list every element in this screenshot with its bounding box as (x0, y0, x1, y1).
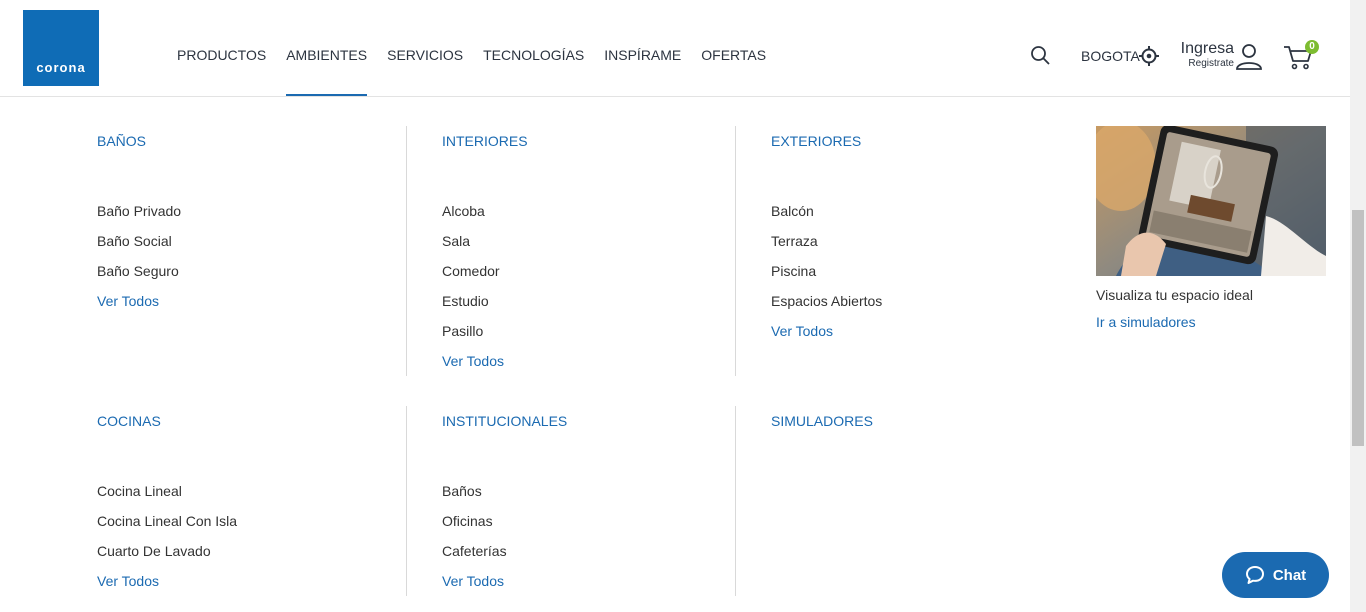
ver-todos-link[interactable]: Ver Todos (771, 323, 833, 339)
menu-link[interactable]: Espacios Abiertos (771, 293, 882, 309)
nav-inspirame[interactable]: INSPÍRAME (594, 0, 691, 96)
nav-ofertas[interactable]: OFERTAS (691, 0, 776, 96)
site-header: corona PRODUCTOS AMBIENTES SERVICIOS TEC… (0, 0, 1350, 97)
chat-label[interactable]: Chat (1273, 567, 1306, 584)
location-icon[interactable] (1138, 45, 1160, 67)
menu-link[interactable]: Alcoba (442, 203, 485, 219)
corona-logo[interactable]: corona (23, 10, 99, 86)
nav-ambientes[interactable]: AMBIENTES (276, 0, 377, 96)
menu-link[interactable]: Estudio (442, 293, 489, 309)
menu-link[interactable]: Oficinas (442, 513, 493, 529)
city-selector[interactable]: BOGOTA (1081, 48, 1140, 64)
column-divider (406, 126, 407, 376)
section-title-interiores[interactable]: INTERIORES (442, 133, 528, 149)
chat-bubble-icon (1245, 566, 1264, 584)
ver-todos-link[interactable]: Ver Todos (97, 573, 159, 589)
page-scrollbar[interactable] (1350, 0, 1366, 612)
menu-link[interactable]: Cocina Lineal (97, 483, 182, 499)
main-nav: PRODUCTOS AMBIENTES SERVICIOS TECNOLOGÍA… (167, 0, 776, 96)
menu-link[interactable]: Baño Seguro (97, 263, 179, 279)
login-link[interactable]: Ingresa Registrate (1172, 40, 1234, 69)
section-title-simuladores[interactable]: SIMULADORES (771, 413, 873, 429)
nav-tecnologias[interactable]: TECNOLOGÍAS (473, 0, 594, 96)
user-icon[interactable] (1235, 42, 1263, 70)
section-title-exteriores[interactable]: EXTERIORES (771, 133, 861, 149)
menu-link[interactable]: Piscina (771, 263, 816, 279)
menu-link[interactable]: Balcón (771, 203, 814, 219)
column-divider (735, 406, 736, 596)
menu-link[interactable]: Cuarto De Lavado (97, 543, 211, 559)
search-icon[interactable] (1030, 45, 1050, 65)
menu-link[interactable]: Pasillo (442, 323, 483, 339)
nav-productos[interactable]: PRODUCTOS (167, 0, 276, 96)
promo-simulators-link[interactable]: Ir a simuladores (1096, 314, 1196, 330)
promo-tablet-image[interactable] (1096, 126, 1326, 276)
scrollbar-thumb[interactable] (1352, 210, 1364, 446)
register-label[interactable]: Registrate (1172, 58, 1234, 69)
chat-button[interactable]: Chat (1222, 552, 1329, 598)
login-label[interactable]: Ingresa (1172, 40, 1234, 57)
menu-link[interactable]: Baños (442, 483, 482, 499)
column-divider (735, 126, 736, 376)
ver-todos-link[interactable]: Ver Todos (442, 573, 504, 589)
menu-link[interactable]: Baño Social (97, 233, 172, 249)
ver-todos-link[interactable]: Ver Todos (442, 353, 504, 369)
menu-link[interactable]: Cocina Lineal Con Isla (97, 513, 237, 529)
section-title-institucionales[interactable]: INSTITUCIONALES (442, 413, 567, 429)
promo-caption: Visualiza tu espacio ideal (1096, 287, 1253, 303)
menu-link[interactable]: Terraza (771, 233, 818, 249)
ver-todos-link[interactable]: Ver Todos (97, 293, 159, 309)
section-title-cocinas[interactable]: COCINAS (97, 413, 161, 429)
menu-link[interactable]: Comedor (442, 263, 500, 279)
menu-link[interactable]: Sala (442, 233, 470, 249)
cart-count-badge: 0 (1305, 40, 1319, 54)
column-divider (406, 406, 407, 596)
section-title-banos[interactable]: BAÑOS (97, 133, 146, 149)
nav-servicios[interactable]: SERVICIOS (377, 0, 473, 96)
menu-link[interactable]: Cafeterías (442, 543, 507, 559)
menu-link[interactable]: Baño Privado (97, 203, 181, 219)
